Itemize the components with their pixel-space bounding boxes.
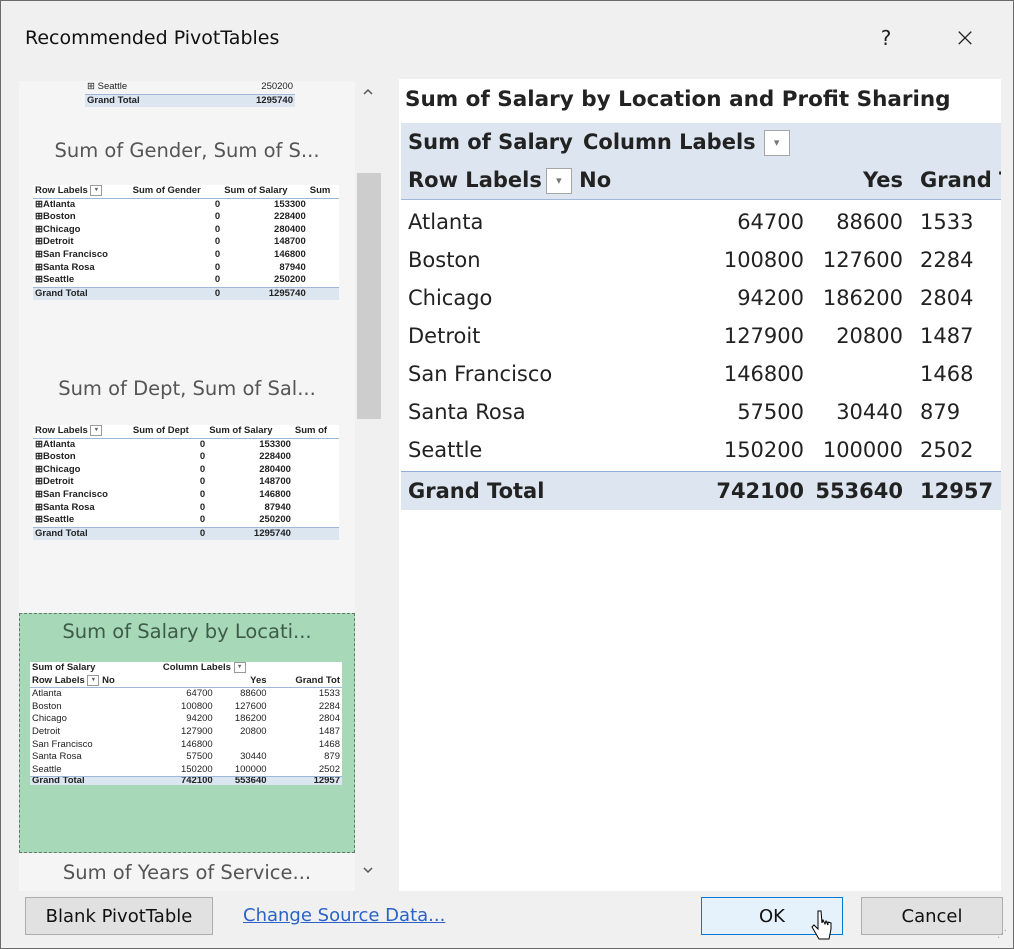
blank-pivottable-button[interactable]: Blank PivotTable [25, 897, 213, 935]
recommendations-list: ⊞ Seattle 250200 Grand Total 1295740 Sum o… [19, 81, 355, 891]
table-row: Atlanta 64700 88600 1533 [408, 210, 974, 234]
thumbnail-title: Sum of Dept, Sum of Sal... [58, 377, 316, 400]
thumbnail-dept-salary[interactable]: Sum of Dept, Sum of Sal... Row Labels ▾ … [19, 367, 355, 603]
table-row: Chicago 94200 186200 2804 [408, 286, 974, 310]
cancel-button[interactable]: Cancel [861, 897, 1003, 935]
row-filter-dropdown-icon[interactable]: ▾ [545, 168, 572, 194]
preview-title: Sum of Salary by Location and Profit Sha… [405, 87, 951, 112]
filter-icon: ▾ [90, 425, 103, 436]
help-button[interactable]: ? [869, 21, 903, 55]
column-filter-dropdown-icon[interactable]: ▾ [763, 130, 790, 156]
scrollbar-thumb[interactable] [357, 173, 381, 419]
table-row: San Francisco 146800 1468 [408, 362, 974, 386]
thumbnail-table: Row Labels ▾ Sum of Gender Sum of Salary… [33, 185, 339, 301]
thumbnail-years-of-service[interactable]: Sum of Years of Service... [19, 857, 355, 891]
change-source-data-link[interactable]: Change Source Data... [243, 905, 445, 926]
thumbnail-title: Sum of Gender, Sum of S... [54, 139, 320, 162]
thumbnail-gender-salary[interactable]: Sum of Gender, Sum of S... Row Labels ▾ … [19, 127, 355, 357]
filter-icon: ▾ [233, 662, 246, 673]
header-row-values: Sum of Salary Column Labels ▾ [401, 123, 1001, 161]
thumbnail-table: Row Labels ▾ Sum of Dept Sum of Salary S… [33, 425, 339, 541]
dialog-title: Recommended PivotTables [25, 27, 280, 49]
pivot-preview: Sum of Salary by Location and Profit Sha… [399, 79, 1001, 891]
thumbnail-title: Sum of Years of Service... [62, 861, 312, 884]
thumbnail-table: Sum of Salary Column Labels ▾ Row Labels… [30, 662, 342, 786]
table-row: Detroit 127900 20800 1487 [408, 324, 974, 348]
thumbnail-title: Sum of Salary by Locati... [62, 620, 312, 643]
filter-icon: ▾ [87, 674, 100, 686]
filter-icon: ▾ [90, 185, 103, 196]
table-row: Santa Rosa 57500 30440 879 [408, 400, 961, 424]
mouse-pointer-icon [811, 910, 832, 940]
table-row: Boston 100800 127600 2284 [408, 248, 974, 272]
recommended-pivottables-dialog: Recommended PivotTables ? × ⊞ Seattle 250… [0, 0, 1014, 949]
scroll-down-arrow-icon[interactable] [357, 863, 379, 885]
grand-total-row: Grand Total 742100 553640 12957 [401, 471, 1001, 510]
table-row: Seattle 150200 100000 2502 [408, 438, 974, 462]
scroll-up-arrow-icon[interactable] [357, 85, 379, 107]
title-bar: Recommended PivotTables ? × [1, 1, 1013, 75]
header-row-labels: Row Labels▾ No Yes Grand To [401, 161, 1001, 200]
close-button[interactable]: × [945, 21, 985, 55]
thumbnail-salary-by-location[interactable]: Sum of Salary by Locati... Sum of Salary… [19, 613, 355, 853]
mini-cell: ⊞ Seattle [87, 81, 128, 92]
thumbnail-partial[interactable]: ⊞ Seattle 250200 Grand Total 1295740 [19, 81, 355, 123]
resize-grip-icon[interactable]: ⋰ [997, 929, 1007, 940]
